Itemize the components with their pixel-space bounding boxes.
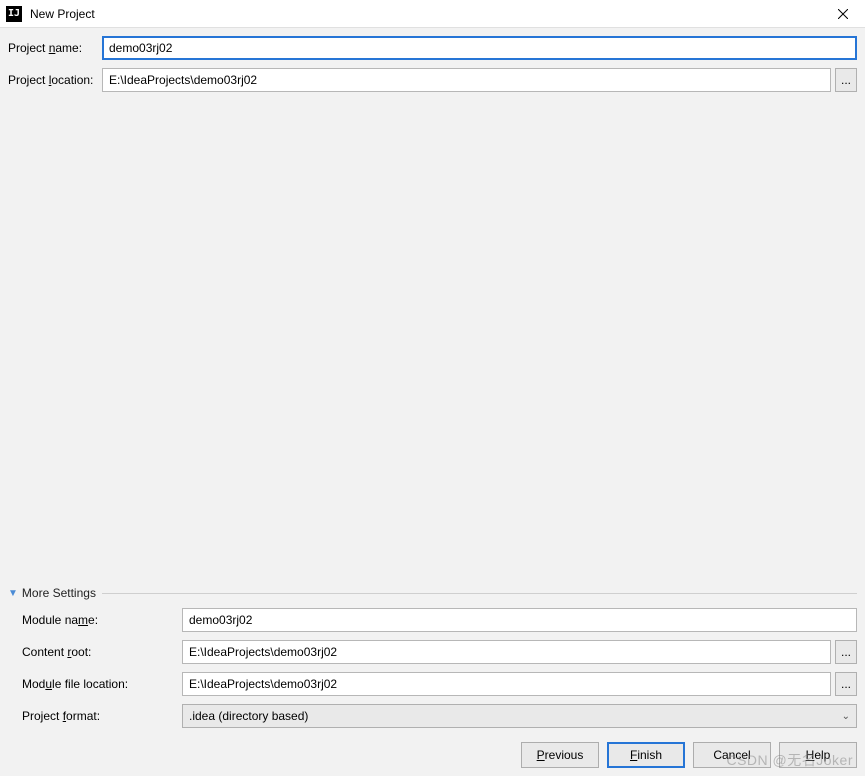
project-name-label: Project name: [8, 41, 102, 55]
spacer [8, 92, 857, 586]
module-name-label: Module name: [22, 613, 182, 627]
window-title: New Project [30, 7, 827, 21]
project-format-select[interactable]: .idea (directory based) ⌄ [182, 704, 857, 728]
finish-button[interactable]: Finish [607, 742, 685, 768]
chevron-down-icon: ⌄ [842, 711, 850, 722]
help-button[interactable]: Help [779, 742, 857, 768]
content-root-browse-button[interactable]: ... [835, 640, 857, 664]
project-name-input[interactable] [102, 36, 857, 60]
module-file-location-label: Module file location: [22, 677, 182, 691]
more-settings-form: Module name: Content root: ... Module fi… [8, 608, 857, 728]
project-form: Project name: Project location: ... [8, 36, 857, 92]
close-icon [838, 9, 848, 19]
button-bar: Previous Finish Cancel Help [8, 742, 857, 768]
project-location-browse-button[interactable]: ... [835, 68, 857, 92]
previous-button[interactable]: Previous [521, 742, 599, 768]
project-location-input[interactable] [102, 68, 831, 92]
module-name-input[interactable] [182, 608, 857, 632]
content-root-input[interactable] [182, 640, 831, 664]
content-root-label: Content root: [22, 645, 182, 659]
module-file-location-browse-button[interactable]: ... [835, 672, 857, 696]
titlebar: IJ New Project [0, 0, 865, 28]
module-file-location-input[interactable] [182, 672, 831, 696]
dialog-content: Project name: Project location: ... ▼ Mo… [0, 28, 865, 776]
project-format-label: Project format: [22, 709, 182, 723]
more-settings-toggle[interactable]: ▼ More Settings [8, 586, 857, 600]
cancel-button[interactable]: Cancel [693, 742, 771, 768]
app-icon: IJ [6, 6, 22, 22]
chevron-down-icon: ▼ [8, 588, 18, 599]
project-location-label: Project location: [8, 73, 102, 87]
more-settings-label: More Settings [22, 586, 96, 600]
divider [102, 593, 857, 594]
close-button[interactable] [827, 0, 859, 28]
project-format-value: .idea (directory based) [189, 709, 308, 723]
